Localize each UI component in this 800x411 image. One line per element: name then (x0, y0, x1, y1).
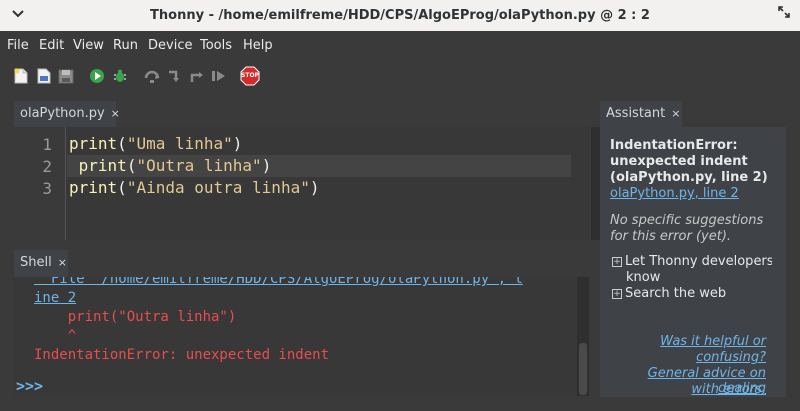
code-line: print("Ainda outra linha") (69, 178, 320, 197)
code-line: print("Outra linha") (78, 156, 272, 175)
error-location-link[interactable]: olaPython.py, line 2 (610, 186, 739, 201)
menu-view[interactable]: View (73, 38, 104, 53)
expand-icon[interactable]: + (612, 257, 622, 267)
line-number: 2 (42, 157, 52, 176)
window-menu-icon[interactable] (8, 5, 28, 25)
step-over-icon[interactable] (143, 67, 161, 85)
no-suggestions-text: for this error (yet). (610, 229, 732, 244)
error-title-line: IndentationError: (610, 138, 738, 153)
save-file-icon[interactable] (57, 67, 75, 85)
error-title-line: (olaPython.py, line 2) (610, 170, 768, 185)
maximize-icon[interactable] (774, 5, 794, 25)
debug-icon[interactable] (111, 67, 129, 85)
assistant-scrollbar[interactable] (772, 127, 786, 397)
line-number: 1 (42, 135, 52, 154)
tab-label: Assistant (606, 106, 666, 121)
stop-label: STOP (241, 72, 259, 79)
expand-icon[interactable]: + (612, 289, 622, 299)
tab-shell[interactable]: Shell × (14, 250, 68, 277)
tab-olapython[interactable]: olaPython.py × (14, 101, 120, 127)
editor-tab-bar: olaPython.py × (14, 101, 589, 127)
code-editor[interactable]: 1 2 3 print("Uma linha") print("Outra li… (14, 127, 602, 240)
traceback-line-link[interactable]: ine 2 (34, 290, 76, 306)
traceback-caret: ^ (34, 328, 77, 344)
error-title-line: unexpected indent (610, 154, 748, 169)
toolbar: STOP (0, 59, 800, 95)
step-into-icon[interactable] (166, 67, 184, 85)
shell-tab-bar: Shell × (14, 250, 589, 277)
step-out-icon[interactable] (188, 67, 206, 85)
code-line: print("Uma linha") (69, 134, 243, 153)
title-bar: Thonny - /home/emilfreme/HDD/CPS/AlgoEPr… (0, 0, 800, 31)
let-thonny-know-item[interactable]: + Let Thonny developers (612, 254, 774, 269)
tab-label: Shell (20, 255, 52, 270)
general-advice-link[interactable]: with errors. (691, 382, 766, 397)
was-helpful-link[interactable]: confusing? (696, 350, 766, 365)
was-helpful-link[interactable]: Was it helpful or (660, 334, 766, 349)
shell-prompt[interactable]: >>> (16, 377, 43, 395)
menu-device[interactable]: Device (148, 38, 192, 53)
close-icon[interactable]: × (58, 256, 67, 269)
traceback-code: print("Outra linha") (34, 309, 237, 325)
open-file-icon[interactable] (35, 67, 53, 85)
line-number: 3 (42, 179, 52, 198)
run-icon[interactable] (88, 67, 106, 85)
menu-tools[interactable]: Tools (200, 38, 232, 53)
assistant-tab-bar: Assistant × (600, 101, 786, 127)
assistant-panel: IndentationError: unexpected indent (ola… (600, 127, 786, 397)
stop-icon[interactable]: STOP (240, 66, 260, 86)
menu-file[interactable]: File (7, 38, 29, 53)
new-file-icon[interactable] (12, 67, 30, 85)
resume-icon[interactable] (210, 67, 228, 85)
menu-bar: File Edit View Run Device Tools Help (0, 31, 800, 59)
tab-assistant[interactable]: Assistant × (600, 101, 682, 127)
menu-run[interactable]: Run (113, 38, 138, 53)
error-message: IndentationError: unexpected indent (34, 347, 330, 363)
traceback-file-link[interactable]: File "/home/emilfreme/HDD/CPS/AlgoEProg/… (34, 277, 523, 287)
menu-help[interactable]: Help (243, 38, 273, 53)
window-title: Thonny - /home/emilfreme/HDD/CPS/AlgoEPr… (150, 8, 650, 23)
menu-edit[interactable]: Edit (39, 38, 64, 53)
let-thonny-know-cont: know (626, 270, 661, 285)
shell-console[interactable]: File "/home/emilfreme/HDD/CPS/AlgoEProg/… (14, 277, 589, 396)
close-icon[interactable]: × (111, 107, 120, 120)
tab-label: olaPython.py (20, 106, 105, 121)
shell-scrollbar-thumb[interactable] (579, 343, 587, 395)
no-suggestions-text: No specific suggestions (610, 213, 764, 228)
line-number-gutter: 1 2 3 (14, 127, 66, 240)
search-web-item[interactable]: + Search the web (612, 286, 726, 301)
close-icon[interactable]: × (671, 107, 680, 120)
